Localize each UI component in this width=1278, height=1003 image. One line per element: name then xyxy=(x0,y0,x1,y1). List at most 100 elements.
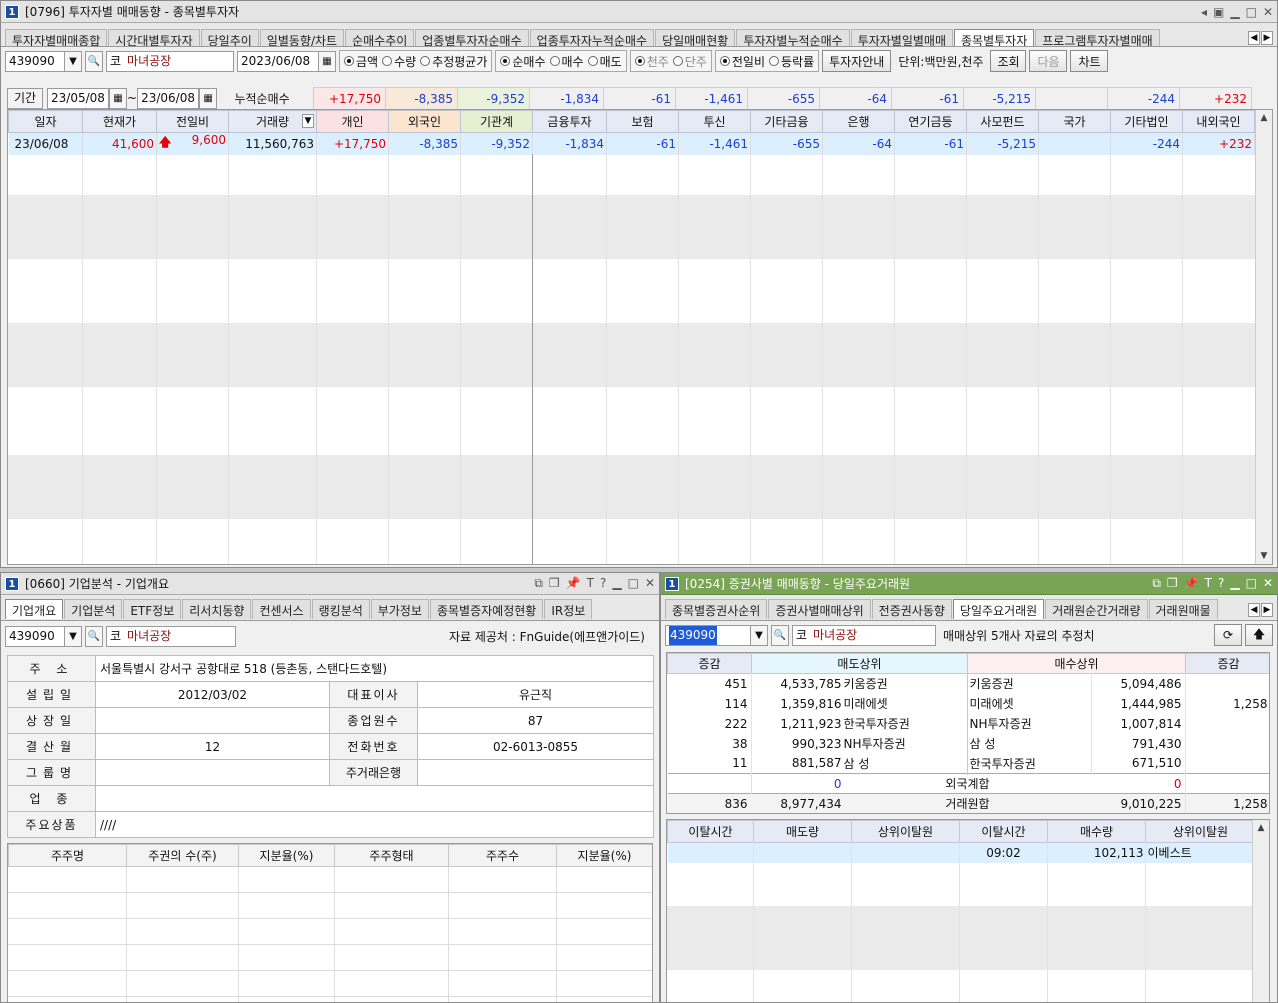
close-icon[interactable]: ✕ xyxy=(1263,576,1273,591)
stock-name-field[interactable]: 코 마녀공장 xyxy=(106,50,234,72)
search-icon[interactable]: 🔍 xyxy=(771,624,789,646)
close-icon[interactable]: ✕ xyxy=(645,576,655,591)
trader-row[interactable]: 38 990,323 NH투자증권 삼 성 791,430 xyxy=(668,734,1270,754)
tab-right-icon[interactable]: ▶ xyxy=(1261,30,1273,45)
font-icon[interactable]: T xyxy=(587,576,594,591)
col-nation[interactable]: 국가 xyxy=(1038,110,1111,133)
col-foreign[interactable]: 외국인 xyxy=(388,110,461,133)
col-volume[interactable]: 거래량 ▼ xyxy=(228,110,317,133)
tab-main-traders[interactable]: 당일주요거래원 xyxy=(952,599,1045,619)
tab-all-brokers[interactable]: 전증권사동향 xyxy=(871,599,952,619)
minimize-icon[interactable]: ▁ xyxy=(612,576,621,591)
prev-icon[interactable]: ◂ xyxy=(1201,5,1207,19)
chart-button[interactable]: 차트 xyxy=(1070,50,1109,72)
col-bank[interactable]: 은행 xyxy=(822,110,895,133)
refresh-button[interactable]: ⟳ xyxy=(1214,624,1242,646)
export-button[interactable]: 🡅 xyxy=(1245,624,1273,646)
scroll-down-icon[interactable]: ▼ xyxy=(1256,548,1272,564)
radio-prev-day[interactable]: 전일비 xyxy=(719,53,765,70)
tab-extra-info[interactable]: 부가정보 xyxy=(370,599,429,619)
tab-time-investor[interactable]: 시간대별투자자 xyxy=(108,29,200,46)
search-icon[interactable]: 🔍 xyxy=(85,50,103,72)
col-pension[interactable]: 연기금등 xyxy=(894,110,967,133)
scroll-up-icon[interactable]: ▲ xyxy=(1256,110,1272,126)
font-icon[interactable]: T xyxy=(1205,576,1212,591)
tab-right-icon[interactable]: ▶ xyxy=(1261,602,1273,617)
tab-left-icon[interactable]: ◀ xyxy=(1248,30,1260,45)
radio-buy[interactable]: 매수 xyxy=(549,53,584,70)
col-individual[interactable]: 개인 xyxy=(316,110,389,133)
next-button[interactable]: 다음 xyxy=(1029,50,1068,72)
tab-investor-summary[interactable]: 투자자별매매종합 xyxy=(5,29,108,46)
tab-net-buy-trend[interactable]: 순매수추이 xyxy=(345,29,415,46)
col-institution[interactable]: 기관계 xyxy=(460,110,533,133)
minimize-icon[interactable]: ▁ xyxy=(1230,576,1239,591)
help-icon[interactable]: ? xyxy=(600,576,606,591)
tab-stock-investor[interactable]: 종목별투자자 xyxy=(954,29,1035,46)
investor-guide-button[interactable]: 투자자안내 xyxy=(822,50,892,72)
pin-icon[interactable]: 📌 xyxy=(566,576,581,591)
maximize-icon[interactable]: □ xyxy=(1246,576,1257,591)
code-dropdown-icon[interactable]: ▼ xyxy=(750,624,768,646)
tab-left-icon[interactable]: ◀ xyxy=(1248,602,1260,617)
tab-broker-instant[interactable]: 거래원순간거래량 xyxy=(1045,599,1148,619)
from-date-input[interactable]: 23/05/08 xyxy=(47,87,109,109)
maximize-icon[interactable]: □ xyxy=(628,576,639,591)
help-icon[interactable]: ? xyxy=(1218,576,1224,591)
trader-row[interactable]: 222 1,211,923 한국투자증권 NH투자증권 1,007,814 xyxy=(668,714,1270,734)
scroll-up-icon[interactable]: ▲ xyxy=(1253,820,1269,836)
tab-broker-top[interactable]: 증권사별매매상위 xyxy=(768,599,871,619)
col-change[interactable]: 전일비 xyxy=(156,110,229,133)
link-icon[interactable]: ⧉ xyxy=(534,576,543,591)
exit-scrollbar[interactable]: ▲ xyxy=(1252,820,1269,1002)
to-calendar-icon[interactable]: ▦ xyxy=(199,87,218,109)
copy-icon[interactable]: ❐ xyxy=(549,576,560,591)
table-row[interactable]: 23/06/08 41,600 🡅 9,600 11,560,763 +17,75… xyxy=(8,132,1255,155)
tab-investor-cum[interactable]: 투자자별누적순매수 xyxy=(736,29,850,46)
search-button[interactable]: 조회 xyxy=(990,50,1027,72)
radio-avg-price[interactable]: 추정평균가 xyxy=(420,53,487,70)
search-icon[interactable]: 🔍 xyxy=(85,625,103,647)
col-private-fund[interactable]: 사모펀드 xyxy=(966,110,1039,133)
radio-amount[interactable]: 금액 xyxy=(344,53,378,70)
tab-program-investor[interactable]: 프로그램투자자별매매 xyxy=(1035,29,1160,46)
code-dropdown-icon[interactable]: ▼ xyxy=(64,625,82,647)
tab-sector-cum-net-buy[interactable]: 업종투자자누적순매수 xyxy=(529,29,655,46)
tab-sector-net-buy[interactable]: 업종별투자자순매수 xyxy=(415,29,529,46)
radio-net-buy[interactable]: 순매수 xyxy=(500,53,546,70)
trader-row[interactable]: 451 4,533,785 키움증권 키움증권 5,094,486 xyxy=(668,674,1270,694)
col-price[interactable]: 현재가 xyxy=(82,110,157,133)
tab-company-analysis[interactable]: 기업분석 xyxy=(64,599,123,619)
tab-intraday[interactable]: 당일추이 xyxy=(200,29,259,46)
code-input[interactable]: 439090 xyxy=(5,50,65,72)
restore-icon[interactable]: ▣ xyxy=(1213,5,1224,19)
radio-single-shares[interactable]: 단주 xyxy=(672,53,707,70)
tab-broker-supply[interactable]: 거래원매물 xyxy=(1148,599,1218,619)
link-icon[interactable]: ⧉ xyxy=(1152,576,1161,591)
maximize-icon[interactable]: □ xyxy=(1246,5,1257,19)
tab-etf-info[interactable]: ETF정보 xyxy=(123,599,182,619)
tab-ir-info[interactable]: IR정보 xyxy=(544,599,593,619)
to-date-input[interactable]: 23/06/08 xyxy=(137,87,200,109)
tab-capital-increase[interactable]: 종목별증자예정현황 xyxy=(429,599,544,619)
volume-dropdown-icon[interactable]: ▼ xyxy=(302,114,314,128)
tab-company-overview[interactable]: 기업개요 xyxy=(5,599,64,619)
col-insurance[interactable]: 보험 xyxy=(606,110,679,133)
code-input[interactable]: 439090 xyxy=(665,624,751,646)
code-dropdown-icon[interactable]: ▼ xyxy=(64,50,82,72)
date-input[interactable]: 2023/06/08 xyxy=(237,50,319,72)
col-domestic-foreign[interactable]: 내외국인 xyxy=(1182,110,1255,133)
copy-icon[interactable]: ❐ xyxy=(1167,576,1178,591)
grid-scrollbar[interactable]: ▲ ▼ xyxy=(1255,110,1272,564)
radio-change-rate[interactable]: 등락률 xyxy=(769,53,814,70)
col-other-corp[interactable]: 기타법인 xyxy=(1110,110,1183,133)
tab-broker-rank[interactable]: 종목별증권사순위 xyxy=(665,599,768,619)
code-input[interactable]: 439090 xyxy=(5,625,65,647)
trader-row[interactable]: 114 1,359,816 미래에셋 미래에셋 1,444,985 1,258 xyxy=(668,694,1270,714)
stock-name-field[interactable]: 코 마녀공장 xyxy=(106,625,236,647)
col-fin-invest[interactable]: 금융투자 xyxy=(532,110,607,133)
stock-name-field[interactable]: 코 마녀공장 xyxy=(792,624,936,646)
col-trust[interactable]: 투신 xyxy=(678,110,751,133)
radio-sell[interactable]: 매도 xyxy=(587,53,622,70)
tab-today-trading[interactable]: 당일매매현황 xyxy=(655,29,736,46)
